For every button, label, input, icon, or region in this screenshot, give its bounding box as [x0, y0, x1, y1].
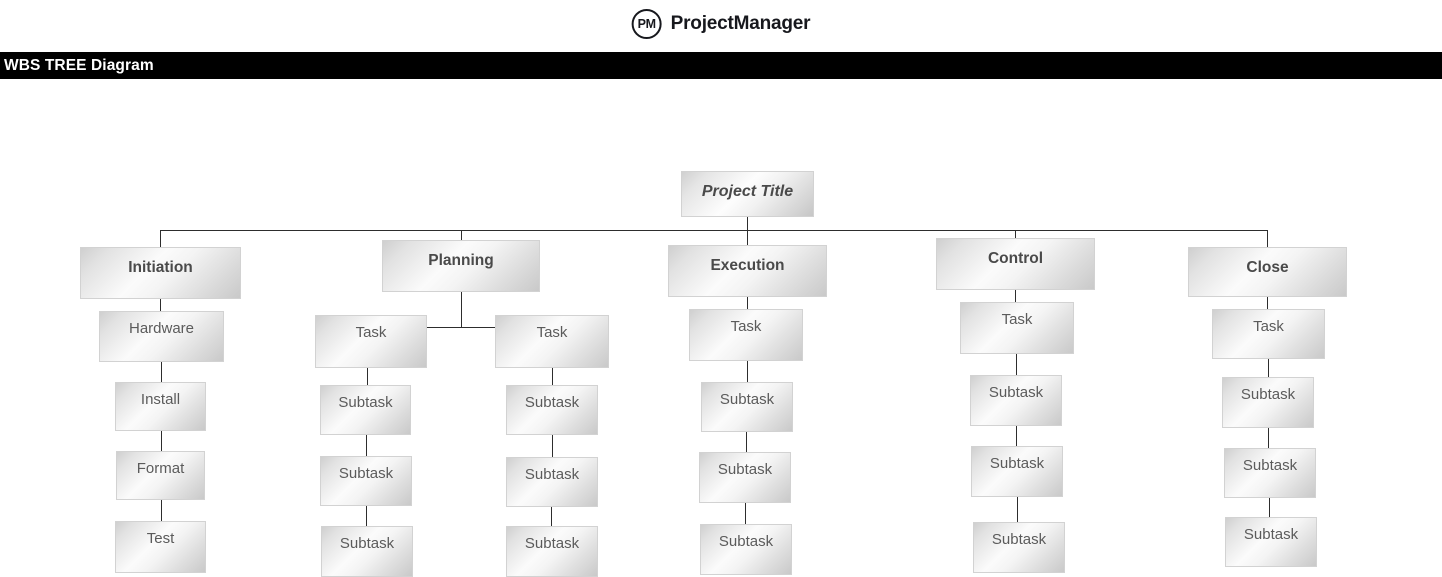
brand-header: PM ProjectManager [0, 0, 1442, 52]
connector-planning-left-2 [366, 435, 367, 456]
brand-mark-text: PM [637, 16, 656, 31]
node-initiation-hardware[interactable]: Hardware [99, 311, 224, 362]
connector-drop-control [1015, 230, 1016, 238]
connector-initiation-4 [161, 500, 162, 521]
node-label: Subtask [1242, 457, 1298, 474]
node-planning-task-left[interactable]: Task [315, 315, 427, 368]
node-control-subtask-3[interactable]: Subtask [973, 522, 1065, 573]
node-execution-subtask-1[interactable]: Subtask [701, 382, 793, 432]
node-execution-subtask-3[interactable]: Subtask [700, 524, 792, 575]
page-title-band: WBS TREE Diagram [0, 52, 1442, 79]
brand-name: ProjectManager [670, 13, 811, 34]
node-label: Subtask [1243, 526, 1299, 543]
connector-close-4 [1269, 498, 1270, 517]
node-control-subtask-2[interactable]: Subtask [971, 446, 1063, 497]
node-label: Format [136, 460, 185, 477]
node-label: Hardware [128, 320, 195, 337]
connector-main-bus [160, 230, 1268, 231]
node-label: Subtask [524, 394, 580, 411]
node-label: Test [146, 530, 175, 547]
node-label: Planning [428, 252, 494, 269]
node-label: Subtask [717, 461, 773, 478]
node-label: Subtask [988, 384, 1044, 401]
node-label: Execution [710, 257, 785, 274]
node-planning-right-subtask-2[interactable]: Subtask [506, 457, 598, 507]
connector-initiation-3 [161, 431, 162, 451]
page-title: WBS TREE Diagram [4, 56, 154, 74]
connector-close-2 [1268, 359, 1269, 377]
node-phase-control[interactable]: Control [936, 238, 1095, 290]
node-label: Task [355, 324, 387, 341]
node-label: Subtask [338, 394, 393, 411]
node-phase-planning[interactable]: Planning [382, 240, 540, 292]
node-label: Subtask [991, 531, 1047, 548]
node-planning-left-subtask-2[interactable]: Subtask [320, 456, 412, 506]
node-label: Subtask [339, 535, 395, 552]
node-initiation-install[interactable]: Install [115, 382, 206, 431]
node-planning-left-subtask-3[interactable]: Subtask [321, 526, 413, 577]
connector-planning-stem [461, 292, 462, 327]
node-label: Subtask [338, 465, 394, 482]
connector-drop-execution [747, 230, 748, 245]
connector-initiation-1 [160, 299, 161, 311]
node-label: Project Title [701, 183, 794, 200]
node-initiation-format[interactable]: Format [116, 451, 205, 500]
node-close-task[interactable]: Task [1212, 309, 1325, 359]
connector-planning-right-3 [551, 507, 552, 526]
node-label: Subtask [1240, 386, 1296, 403]
node-planning-right-subtask-1[interactable]: Subtask [506, 385, 598, 435]
connector-planning-left-3 [366, 506, 367, 526]
connector-drop-initiation [160, 230, 161, 247]
connector-drop-close [1267, 230, 1268, 247]
node-close-subtask-1[interactable]: Subtask [1222, 377, 1314, 428]
node-label: Initiation [128, 259, 193, 276]
node-label: Subtask [524, 466, 580, 483]
node-control-task[interactable]: Task [960, 302, 1074, 354]
node-planning-right-subtask-3[interactable]: Subtask [506, 526, 598, 577]
connector-initiation-2 [161, 362, 162, 382]
node-label: Subtask [718, 533, 774, 550]
node-project-title[interactable]: Project Title [681, 171, 814, 217]
connector-planning-split [427, 327, 495, 328]
node-phase-execution[interactable]: Execution [668, 245, 827, 297]
brand-lockup: PM ProjectManager [631, 9, 811, 39]
node-label: Subtask [989, 455, 1045, 472]
node-label: Task [730, 318, 762, 335]
node-close-subtask-2[interactable]: Subtask [1224, 448, 1316, 498]
node-label: Subtask [524, 535, 580, 552]
wbs-diagram-canvas: Project Title Initiation Hardware Instal… [0, 79, 1442, 577]
node-label: Install [140, 391, 181, 408]
node-planning-task-right[interactable]: Task [495, 315, 609, 368]
node-control-subtask-1[interactable]: Subtask [970, 375, 1062, 426]
connector-planning-right-1 [552, 368, 553, 385]
node-label: Close [1246, 259, 1289, 276]
node-initiation-test[interactable]: Test [115, 521, 206, 573]
connector-close-1 [1267, 297, 1268, 309]
connector-control-4 [1017, 497, 1018, 522]
connector-control-2 [1016, 354, 1017, 375]
node-phase-initiation[interactable]: Initiation [80, 247, 241, 299]
connector-control-3 [1016, 426, 1017, 446]
pm-circle-logo-icon: PM [631, 9, 662, 39]
connector-execution-3 [746, 432, 747, 452]
node-label: Task [1001, 311, 1033, 328]
connector-execution-4 [745, 503, 746, 524]
connector-control-1 [1015, 290, 1016, 302]
node-label: Task [1253, 318, 1284, 335]
node-label: Subtask [719, 391, 775, 408]
connector-execution-2 [747, 361, 748, 382]
node-execution-task[interactable]: Task [689, 309, 803, 361]
connector-root-stem [747, 217, 748, 230]
connector-close-3 [1268, 428, 1269, 448]
node-label: Control [987, 250, 1044, 267]
connector-drop-planning [461, 230, 462, 240]
node-phase-close[interactable]: Close [1188, 247, 1347, 297]
node-execution-subtask-2[interactable]: Subtask [699, 452, 791, 503]
connector-planning-left-1 [367, 368, 368, 385]
node-label: Task [536, 324, 568, 341]
connector-planning-right-2 [552, 435, 553, 457]
connector-execution-1 [747, 297, 748, 309]
node-planning-left-subtask-1[interactable]: Subtask [320, 385, 411, 435]
node-close-subtask-3[interactable]: Subtask [1225, 517, 1317, 567]
